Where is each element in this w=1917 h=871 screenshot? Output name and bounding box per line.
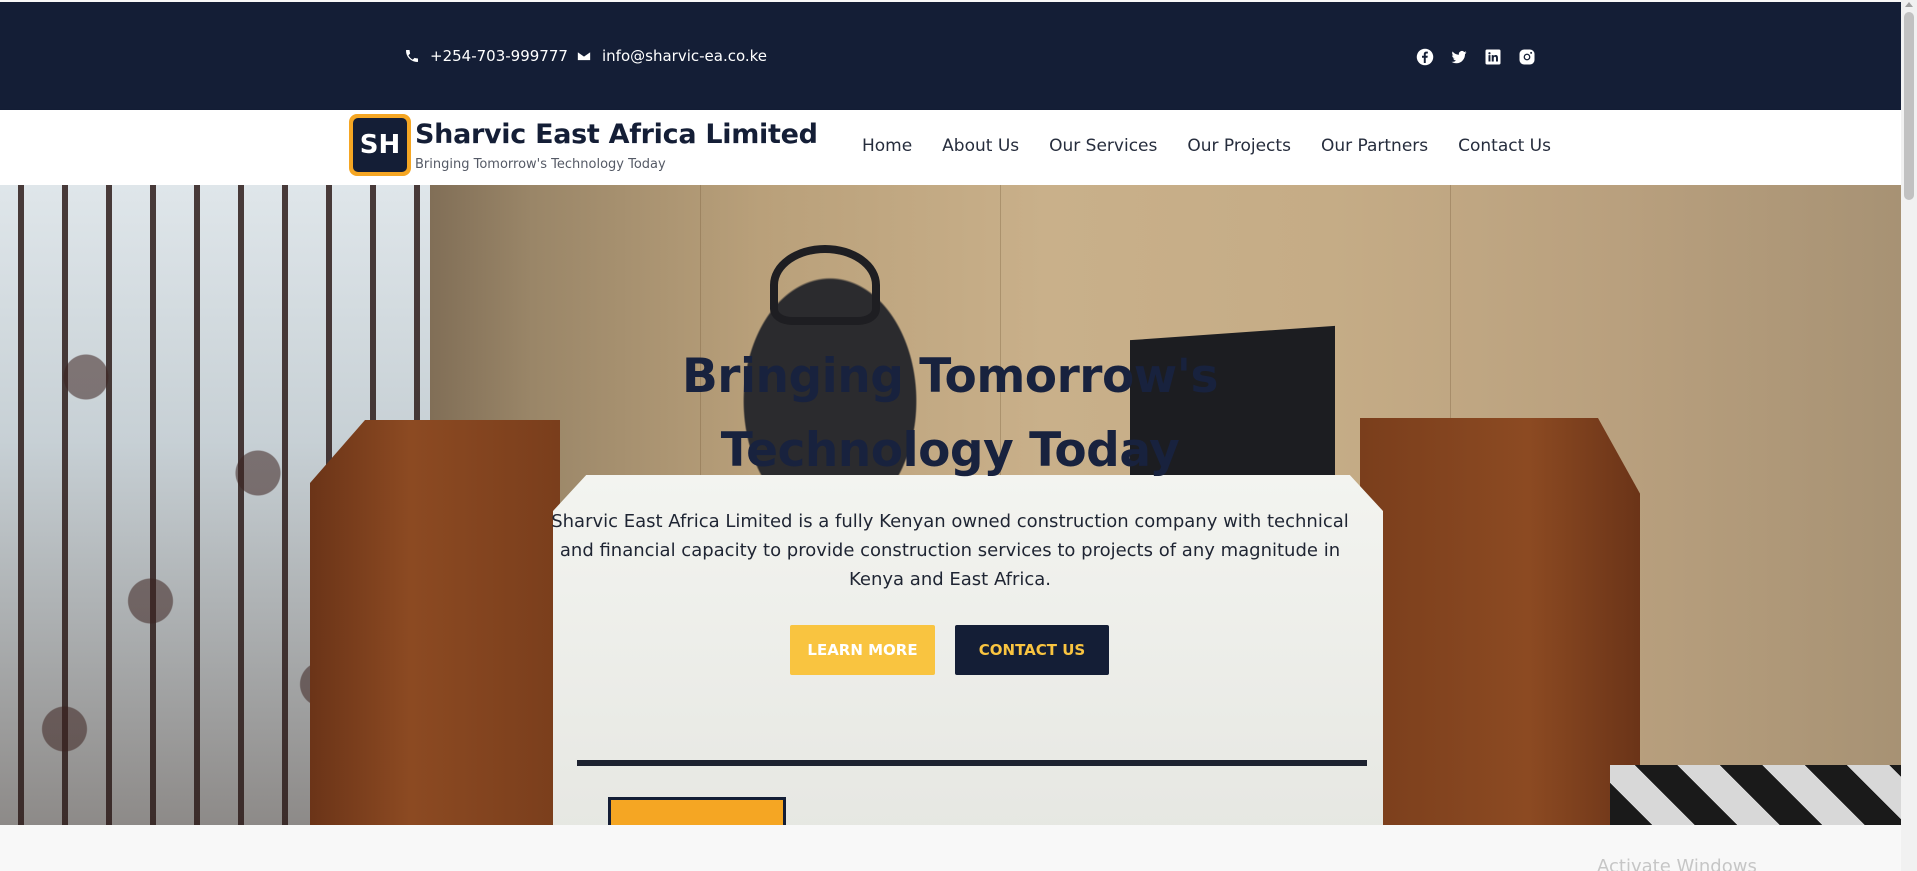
logo-mark: SH <box>353 118 407 172</box>
twitter-icon[interactable] <box>1450 48 1468 66</box>
site-header: SH Sharvic East Africa Limited Bringing … <box>0 110 1901 185</box>
main-nav: Home About Us Our Services Our Projects … <box>862 136 1551 160</box>
scroll-thumb[interactable] <box>1904 12 1914 200</box>
envelope-icon <box>576 50 592 62</box>
facebook-icon[interactable] <box>1416 48 1434 66</box>
contact-us-button[interactable]: CONTACT US <box>955 625 1109 675</box>
company-logo[interactable]: SH <box>349 114 411 176</box>
brand-name[interactable]: Sharvic East Africa Limited <box>415 119 818 150</box>
phone-contact[interactable]: +254-703-999777 <box>404 47 568 65</box>
hero-bg-pillar-left <box>310 420 560 825</box>
nav-contact-us[interactable]: Contact Us <box>1458 136 1551 160</box>
brand-tagline: Bringing Tomorrow's Technology Today <box>415 157 666 172</box>
learn-more-button[interactable]: LEARN MORE <box>790 625 935 675</box>
nav-our-projects[interactable]: Our Projects <box>1187 136 1291 160</box>
hero-title: Bringing Tomorrow's Technology Today <box>550 340 1350 488</box>
nav-our-partners[interactable]: Our Partners <box>1321 136 1428 160</box>
hero-description: Sharvic East Africa Limited is a fully K… <box>551 511 1349 590</box>
nav-our-services[interactable]: Our Services <box>1049 136 1157 160</box>
email-contact[interactable]: info@sharvic-ea.co.ke <box>576 47 767 65</box>
top-bar: +254-703-999777 info@sharvic-ea.co.ke <box>0 2 1901 110</box>
hero-bg-pillar-right <box>1360 418 1640 825</box>
social-links <box>1416 48 1536 66</box>
hero-title-line2: Technology Today <box>720 423 1180 478</box>
hero-content: Bringing Tomorrow's Technology Today Sha… <box>550 185 1350 825</box>
scroll-up-arrow-icon[interactable] <box>1905 2 1913 7</box>
instagram-icon[interactable] <box>1518 48 1536 66</box>
linkedin-icon[interactable] <box>1484 48 1502 66</box>
nav-home[interactable]: Home <box>862 136 912 160</box>
email-address: info@sharvic-ea.co.ke <box>602 47 768 65</box>
activate-windows-watermark: Activate Windows <box>1597 856 1757 871</box>
phone-number: +254-703-999777 <box>430 47 568 65</box>
hero-section: Bringing Tomorrow's Technology Today Sha… <box>0 185 1901 825</box>
page-scrollbar[interactable] <box>1901 0 1917 871</box>
hero-title-line1: Bringing Tomorrow's <box>681 349 1219 404</box>
nav-about-us[interactable]: About Us <box>942 136 1019 160</box>
hero-bg-floor <box>1610 765 1901 825</box>
phone-icon <box>406 50 418 62</box>
